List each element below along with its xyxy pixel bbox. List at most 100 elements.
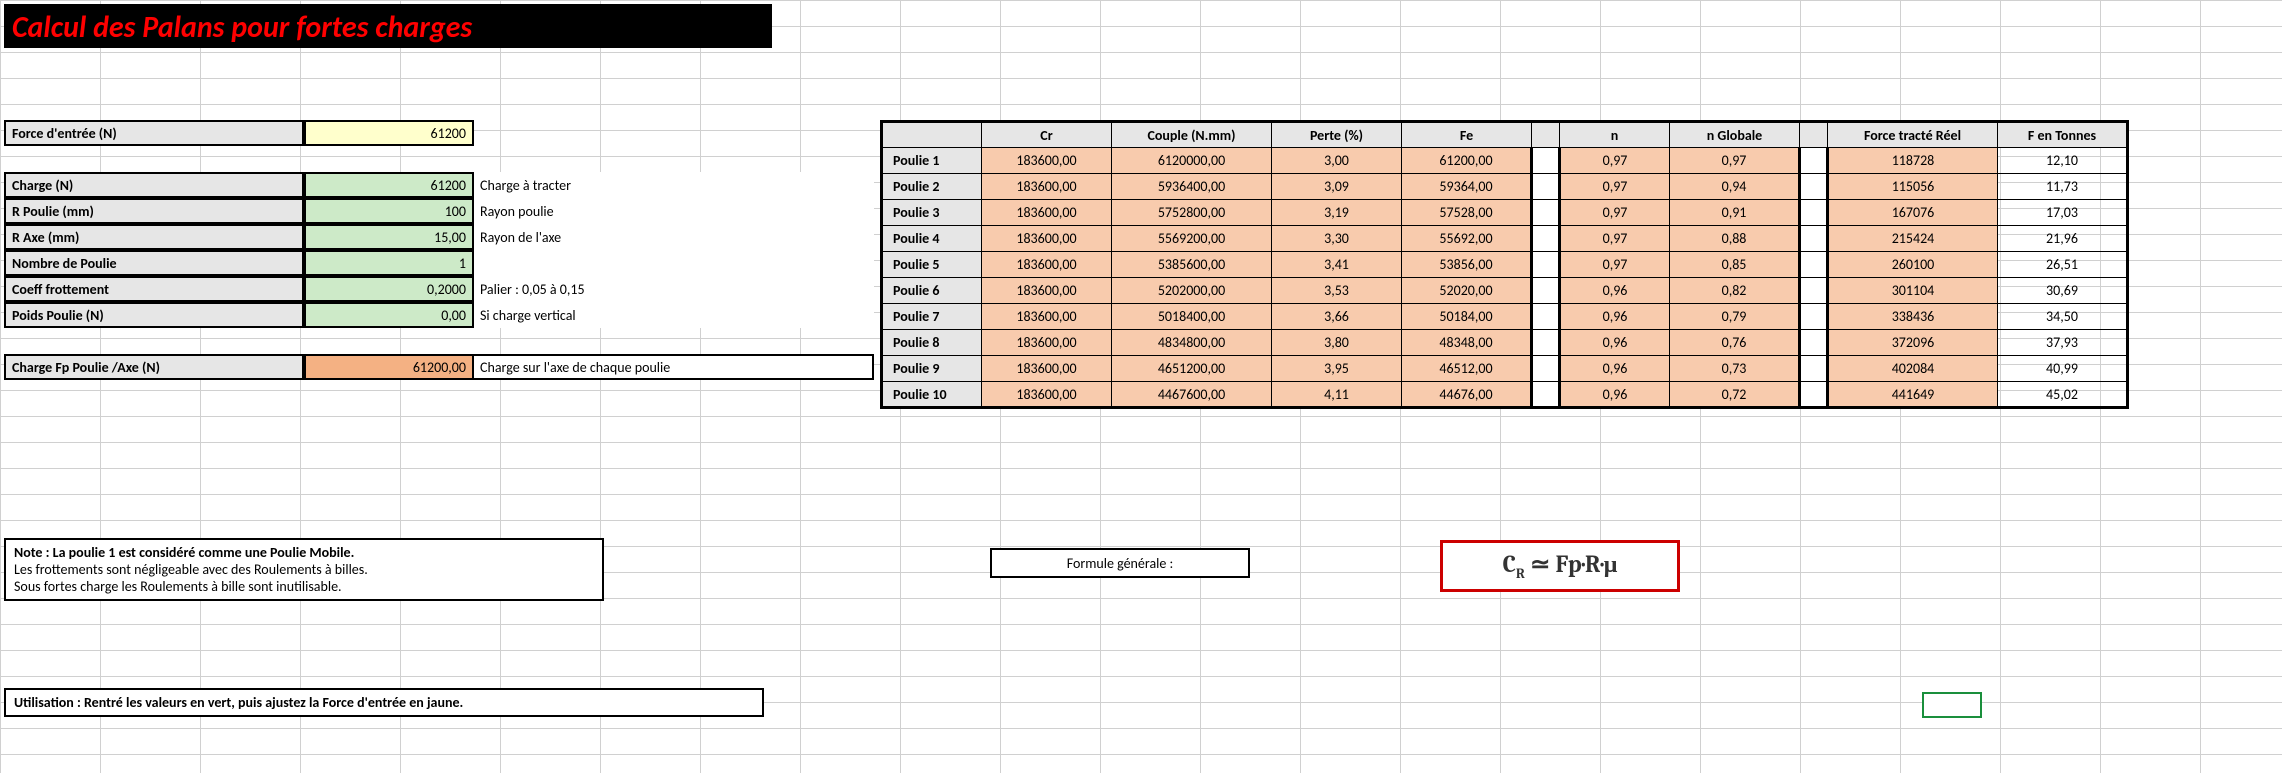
note-box-usage: Utilisation : Rentré les valeurs en vert… [4, 688, 764, 717]
label-fp-axe: Charge Fp Poulie /Axe (N) [4, 354, 304, 380]
hdr-gap2 [1800, 122, 1828, 148]
table-row: Poulie 9183600,004651200,003,9546512,000… [882, 356, 2128, 382]
table-header-row: Cr Couple (N.mm) Perte (%) Fe n n Global… [882, 122, 2128, 148]
cell-ng: 0,85 [1670, 252, 1800, 278]
table-row: Poulie 8183600,004834800,003,8048348,000… [882, 330, 2128, 356]
cell-gap [1532, 252, 1560, 278]
cell-couple: 4834800,00 [1112, 330, 1272, 356]
label-r-poulie: R Poulie (mm) [4, 198, 304, 224]
cell-gap [1532, 174, 1560, 200]
cell-gap [1800, 382, 1828, 408]
cell-ng: 0,94 [1670, 174, 1800, 200]
cell-gap [1800, 174, 1828, 200]
label-force-entree: Force d'entrée (N) [4, 120, 304, 146]
cell-n: 0,96 [1560, 356, 1670, 382]
row-poids: Poids Poulie (N) 0,00 Si charge vertical [4, 302, 874, 328]
cell-ft: 17,03 [1998, 200, 2128, 226]
cell-gap [1532, 278, 1560, 304]
cell-gap [1532, 330, 1560, 356]
hdr-ftr: Force tracté Réel [1828, 122, 1998, 148]
row-nb-poulie: Nombre de Poulie 1 [4, 250, 874, 276]
cell-gap [1532, 382, 1560, 408]
cell-ftr: 215424 [1828, 226, 1998, 252]
cell-fe: 57528,00 [1402, 200, 1532, 226]
spreadsheet-sheet[interactable]: Calcul des Palans pour fortes charges Fo… [0, 0, 2282, 773]
cell-gap [1532, 356, 1560, 382]
cell-perte: 3,95 [1272, 356, 1402, 382]
table-row: Poulie 2183600,005936400,003,0959364,000… [882, 174, 2128, 200]
cell-cr: 183600,00 [982, 382, 1112, 408]
note-charge: Charge à tracter [474, 172, 874, 198]
cell-ng: 0,97 [1670, 148, 1800, 174]
cell-cr: 183600,00 [982, 174, 1112, 200]
cell-couple: 5202000,00 [1112, 278, 1272, 304]
row-force-entree: Force d'entrée (N) 61200 [4, 120, 874, 146]
row-charge: Charge (N) 61200 Charge à tracter [4, 172, 874, 198]
row-fp-axe: Charge Fp Poulie /Axe (N) 61200,00 Charg… [4, 354, 874, 380]
note-coeff: Palier : 0,05 à 0,15 [474, 276, 874, 302]
cell-couple: 4651200,00 [1112, 356, 1272, 382]
hdr-perte: Perte (%) [1272, 122, 1402, 148]
results-table: Cr Couple (N.mm) Perte (%) Fe n n Global… [880, 120, 2129, 409]
row-coeff: Coeff frottement 0,2000 Palier : 0,05 à … [4, 276, 874, 302]
note-box-info: Note : La poulie 1 est considéré comme u… [4, 538, 604, 601]
cell-gap [1800, 330, 1828, 356]
value-force-entree[interactable]: 61200 [304, 120, 474, 146]
hdr-ng: n Globale [1670, 122, 1800, 148]
cell-couple: 5018400,00 [1112, 304, 1272, 330]
note-nb-poulie [474, 250, 874, 276]
cell-ft: 34,50 [1998, 304, 2128, 330]
cell-ng: 0,73 [1670, 356, 1800, 382]
value-r-poulie[interactable]: 100 [304, 198, 474, 224]
cell-fe: 59364,00 [1402, 174, 1532, 200]
cell-ftr: 115056 [1828, 174, 1998, 200]
cell-gap [1532, 304, 1560, 330]
table-row: Poulie 1183600,006120000,003,0061200,000… [882, 148, 2128, 174]
cell-cr: 183600,00 [982, 252, 1112, 278]
cell-n: 0,96 [1560, 304, 1670, 330]
cell-n: 0,96 [1560, 382, 1670, 408]
label-nb-poulie: Nombre de Poulie [4, 250, 304, 276]
cell-perte: 3,09 [1272, 174, 1402, 200]
label-poids: Poids Poulie (N) [4, 302, 304, 328]
hdr-gap1 [1532, 122, 1560, 148]
cell-perte: 3,80 [1272, 330, 1402, 356]
cell-ftr: 402084 [1828, 356, 1998, 382]
page-title: Calcul des Palans pour fortes charges [4, 4, 772, 48]
cell-fe: 48348,00 [1402, 330, 1532, 356]
value-nb-poulie[interactable]: 1 [304, 250, 474, 276]
cell-gap [1800, 200, 1828, 226]
table-row: Poulie 7183600,005018400,003,6650184,000… [882, 304, 2128, 330]
hdr-n: n [1560, 122, 1670, 148]
cell-cr: 183600,00 [982, 200, 1112, 226]
value-poids[interactable]: 0,00 [304, 302, 474, 328]
cell-n: 0,97 [1560, 200, 1670, 226]
cell-couple: 5752800,00 [1112, 200, 1272, 226]
table-row: Poulie 6183600,005202000,003,5352020,000… [882, 278, 2128, 304]
cell-ftr: 372096 [1828, 330, 1998, 356]
value-charge[interactable]: 61200 [304, 172, 474, 198]
cell-fe: 44676,00 [1402, 382, 1532, 408]
table-row: Poulie 4183600,005569200,003,3055692,000… [882, 226, 2128, 252]
cell-gap [1800, 304, 1828, 330]
note-line2: Les frottements sont négligeable avec de… [14, 561, 594, 578]
value-fp-axe: 61200,00 [304, 354, 474, 380]
cell-ng: 0,88 [1670, 226, 1800, 252]
hdr-ft: F en Tonnes [1998, 122, 2128, 148]
cell-gap [1800, 226, 1828, 252]
cell-perte: 3,66 [1272, 304, 1402, 330]
value-r-axe[interactable]: 15,00 [304, 224, 474, 250]
hdr-row [882, 122, 982, 148]
cell-cr: 183600,00 [982, 304, 1112, 330]
cell-ng: 0,82 [1670, 278, 1800, 304]
cell-couple: 6120000,00 [1112, 148, 1272, 174]
cell-rowname: Poulie 7 [882, 304, 982, 330]
cell-perte: 3,30 [1272, 226, 1402, 252]
cell-ft: 12,10 [1998, 148, 2128, 174]
active-cell-cursor[interactable] [1922, 692, 1982, 718]
value-coeff[interactable]: 0,2000 [304, 276, 474, 302]
cell-fe: 55692,00 [1402, 226, 1532, 252]
cell-gap [1532, 226, 1560, 252]
cell-ft: 45,02 [1998, 382, 2128, 408]
cell-fe: 52020,00 [1402, 278, 1532, 304]
